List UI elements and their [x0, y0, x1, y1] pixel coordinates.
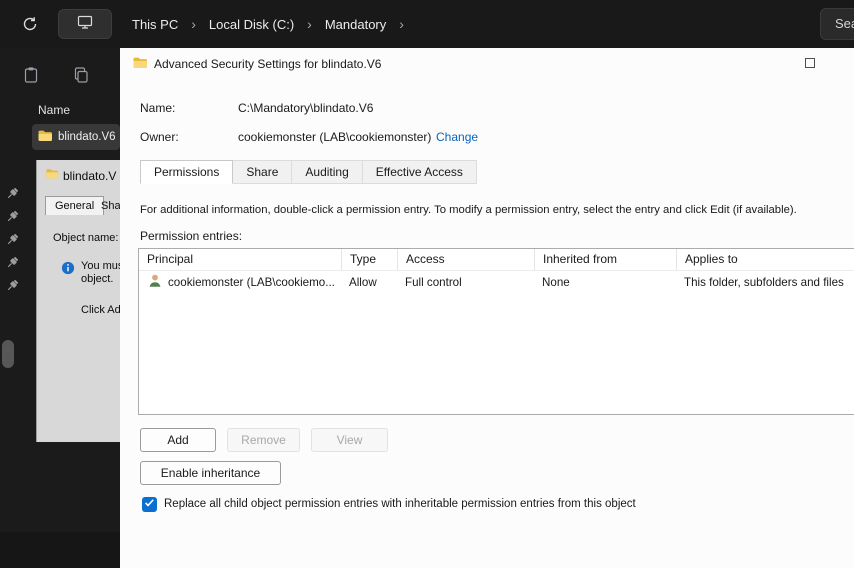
scrollbar-thumb[interactable]	[2, 340, 14, 368]
permission-entries-label: Permission entries:	[140, 229, 243, 243]
pin-icon[interactable]	[5, 209, 20, 224]
tab-general[interactable]: General	[45, 196, 105, 215]
advanced-security-dialog: Advanced Security Settings for blindato.…	[120, 48, 854, 568]
tab-sharing[interactable]: Sha	[101, 200, 120, 212]
permission-entries-table: Principal Type Access Inherited from App…	[138, 248, 854, 415]
owner-label: Owner:	[140, 130, 179, 144]
properties-window: blindato.V General Sha Object name: You …	[36, 160, 120, 442]
monitor-icon	[77, 14, 93, 35]
info-icon	[61, 261, 75, 275]
info-text-line2: object.	[81, 273, 114, 285]
owner-value: cookiemonster (LAB\cookiemonster)	[238, 130, 432, 144]
object-name-label: Object name:	[53, 232, 119, 244]
table-row[interactable]: cookiemonster (LAB\cookiemo... Allow Ful…	[139, 271, 854, 293]
cell-type: Allow	[349, 275, 377, 289]
table-header: Principal Type Access Inherited from App…	[139, 249, 854, 271]
breadcrumb-mandatory[interactable]: Mandatory	[325, 17, 386, 32]
view-button[interactable]: View	[311, 428, 388, 452]
replace-child-permissions-label[interactable]: Replace all child object permission entr…	[164, 498, 636, 510]
tab-share[interactable]: Share	[233, 160, 293, 184]
refresh-button[interactable]	[22, 16, 38, 32]
column-header-applies-to[interactable]: Applies to	[676, 249, 854, 270]
cell-principal-text: cookiemonster (LAB\cookiemo...	[168, 275, 335, 289]
advanced-hint-text: Click Ad	[81, 304, 120, 316]
name-label: Name:	[140, 101, 176, 115]
breadcrumb: This PC › Local Disk (C:) › Mandatory ›	[132, 0, 404, 48]
chevron-right-icon: ›	[307, 16, 312, 32]
user-icon	[147, 273, 163, 292]
name-column-header[interactable]: Name	[38, 103, 70, 117]
pin-icon[interactable]	[5, 278, 20, 293]
enable-inheritance-button[interactable]: Enable inheritance	[140, 461, 281, 485]
checkmark-icon	[143, 496, 156, 514]
dialog-title: Advanced Security Settings for blindato.…	[154, 57, 382, 71]
folder-icon	[45, 167, 59, 184]
dialog-tabs: Permissions Share Auditing Effective Acc…	[140, 160, 477, 184]
folder-icon	[132, 55, 148, 76]
breadcrumb-local-disk-c[interactable]: Local Disk (C:)	[209, 17, 294, 32]
explorer-titlebar: This PC › Local Disk (C:) › Mandatory › …	[0, 0, 854, 48]
column-header-principal[interactable]: Principal	[139, 249, 341, 270]
cell-inherited-from: None	[542, 275, 570, 289]
maximize-button[interactable]	[792, 48, 828, 78]
search-input[interactable]: Sea	[820, 8, 854, 40]
copy-button[interactable]	[72, 66, 90, 84]
column-header-inherited-from[interactable]: Inherited from	[534, 249, 676, 270]
pin-icon[interactable]	[5, 232, 20, 247]
pin-icon[interactable]	[5, 186, 20, 201]
copy-icon	[72, 67, 90, 88]
breadcrumb-this-pc[interactable]: This PC	[132, 17, 178, 32]
clipboard-button[interactable]	[22, 66, 40, 84]
info-text-line1: You mus	[81, 260, 120, 272]
refresh-icon	[22, 17, 38, 36]
tab-effective-access[interactable]: Effective Access	[362, 160, 477, 184]
cell-principal: cookiemonster (LAB\cookiemo...	[139, 273, 341, 292]
replace-child-permissions-checkbox[interactable]	[142, 497, 157, 512]
tab-auditing[interactable]: Auditing	[292, 160, 363, 184]
name-value: C:\Mandatory\blindato.V6	[238, 101, 374, 115]
tab-permissions[interactable]: Permissions	[140, 160, 234, 184]
add-button[interactable]: Add	[140, 428, 216, 452]
clipboard-icon	[22, 67, 40, 88]
column-header-access[interactable]: Access	[397, 249, 534, 270]
cell-access: Full control	[405, 275, 462, 289]
properties-title: blindato.V	[63, 169, 117, 183]
file-item-label: blindato.V6	[58, 131, 116, 143]
change-owner-link[interactable]: Change	[436, 130, 478, 144]
this-pc-tab[interactable]	[58, 9, 112, 39]
chevron-right-icon: ›	[399, 16, 404, 32]
remove-button[interactable]: Remove	[227, 428, 300, 452]
column-header-type[interactable]: Type	[341, 249, 397, 270]
maximize-icon	[805, 58, 815, 68]
folder-icon	[37, 128, 53, 147]
file-item-blindato[interactable]: blindato.V6	[32, 124, 120, 150]
permissions-description: For additional information, double-click…	[140, 204, 797, 216]
cell-applies-to: This folder, subfolders and files	[684, 275, 844, 289]
pin-icon[interactable]	[5, 255, 20, 270]
chevron-right-icon: ›	[191, 16, 196, 32]
